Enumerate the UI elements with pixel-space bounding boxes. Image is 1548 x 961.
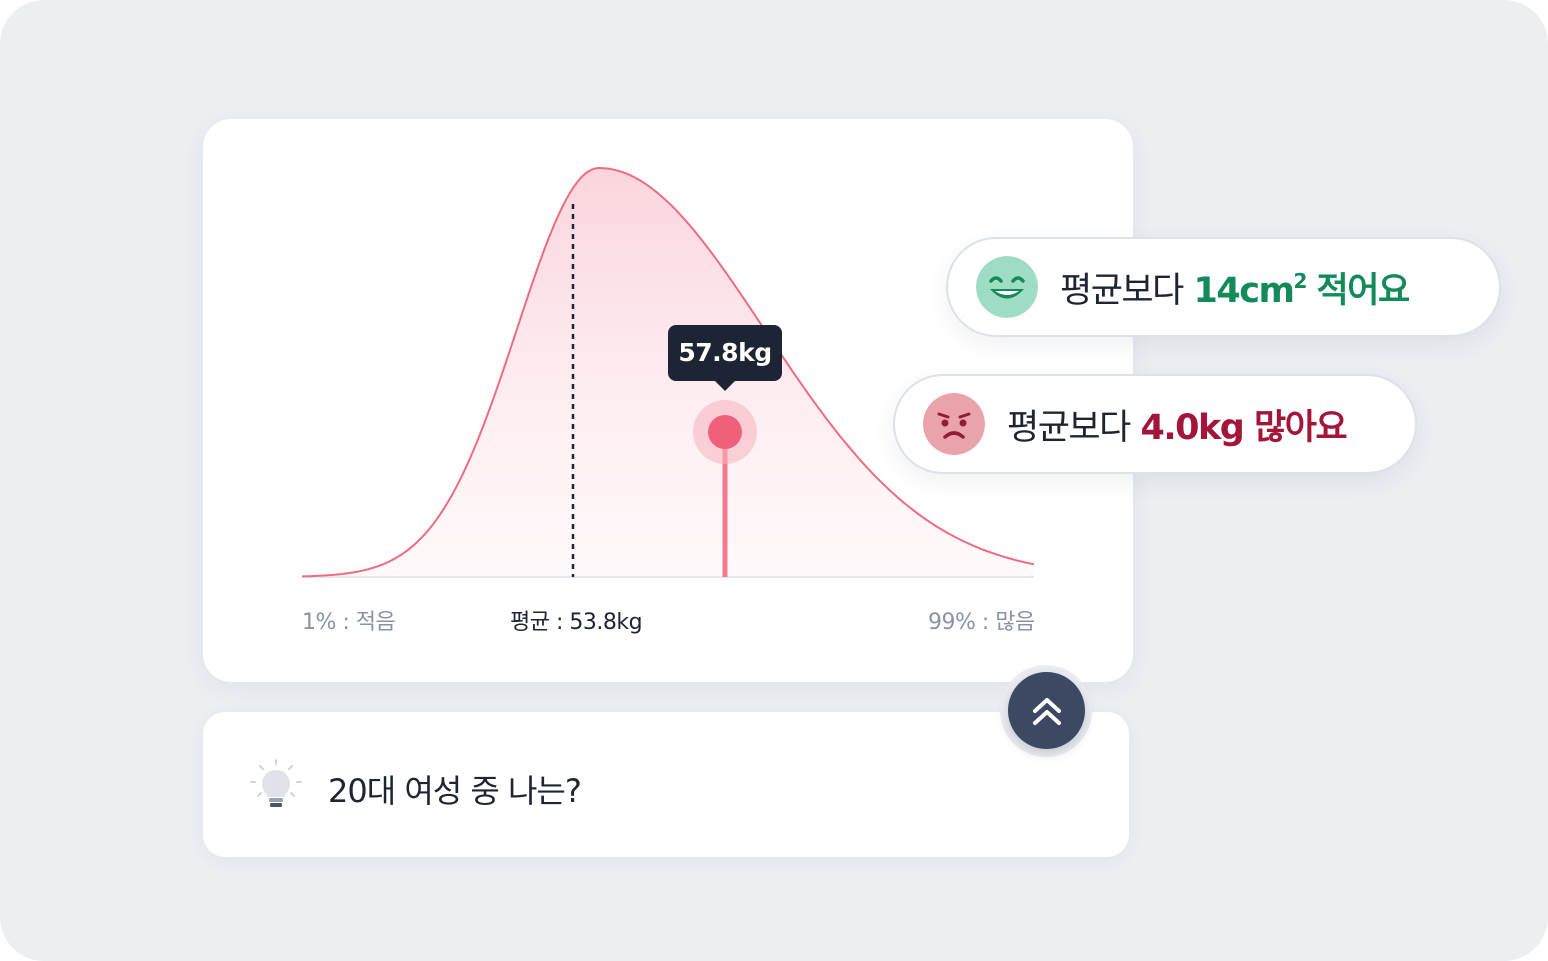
comparison-prefix: 평균보다 bbox=[1007, 407, 1131, 448]
user-value-tooltip: 57.8kg bbox=[668, 325, 782, 391]
double-chevron-up-icon bbox=[1032, 697, 1061, 725]
comparison-text-weight: 평균보다 4.0kg 많아요 bbox=[1007, 399, 1348, 450]
lightbulb-icon bbox=[250, 759, 302, 807]
axis-label-mean: 평균 : 53.8kg bbox=[510, 610, 643, 635]
smiling-face-icon bbox=[976, 256, 1038, 318]
comparison-suffix: 적어요 bbox=[1316, 270, 1411, 311]
comparison-pill-weight: 평균보다 4.0kg 많아요 bbox=[893, 374, 1417, 474]
comparison-pill-height: 평균보다 14cm2 적어요 bbox=[946, 237, 1501, 337]
axis-label-max: 99% : 많음 bbox=[928, 610, 1035, 635]
frowning-face-icon bbox=[923, 393, 985, 455]
info-question: 20대 여성 중 나는? bbox=[328, 772, 582, 810]
comparison-prefix: 평균보다 bbox=[1060, 270, 1184, 311]
comparison-value: 4.0kg 많아요 bbox=[1140, 407, 1348, 448]
comparison-number: 14cm bbox=[1193, 270, 1295, 311]
user-value-marker[interactable] bbox=[708, 415, 742, 449]
scroll-up-button[interactable] bbox=[1008, 672, 1085, 749]
comparison-text-height: 평균보다 14cm2 적어요 bbox=[1060, 262, 1411, 313]
axis-label-min: 1% : 적음 bbox=[302, 610, 396, 635]
comparison-value: 14cm2 적어요 bbox=[1193, 268, 1411, 311]
background-frame: 1% : 적음 평균 : 53.8kg 99% : 많음 57.8kg 평균보다… bbox=[0, 0, 1548, 961]
comparison-superscript: 2 bbox=[1293, 268, 1307, 293]
